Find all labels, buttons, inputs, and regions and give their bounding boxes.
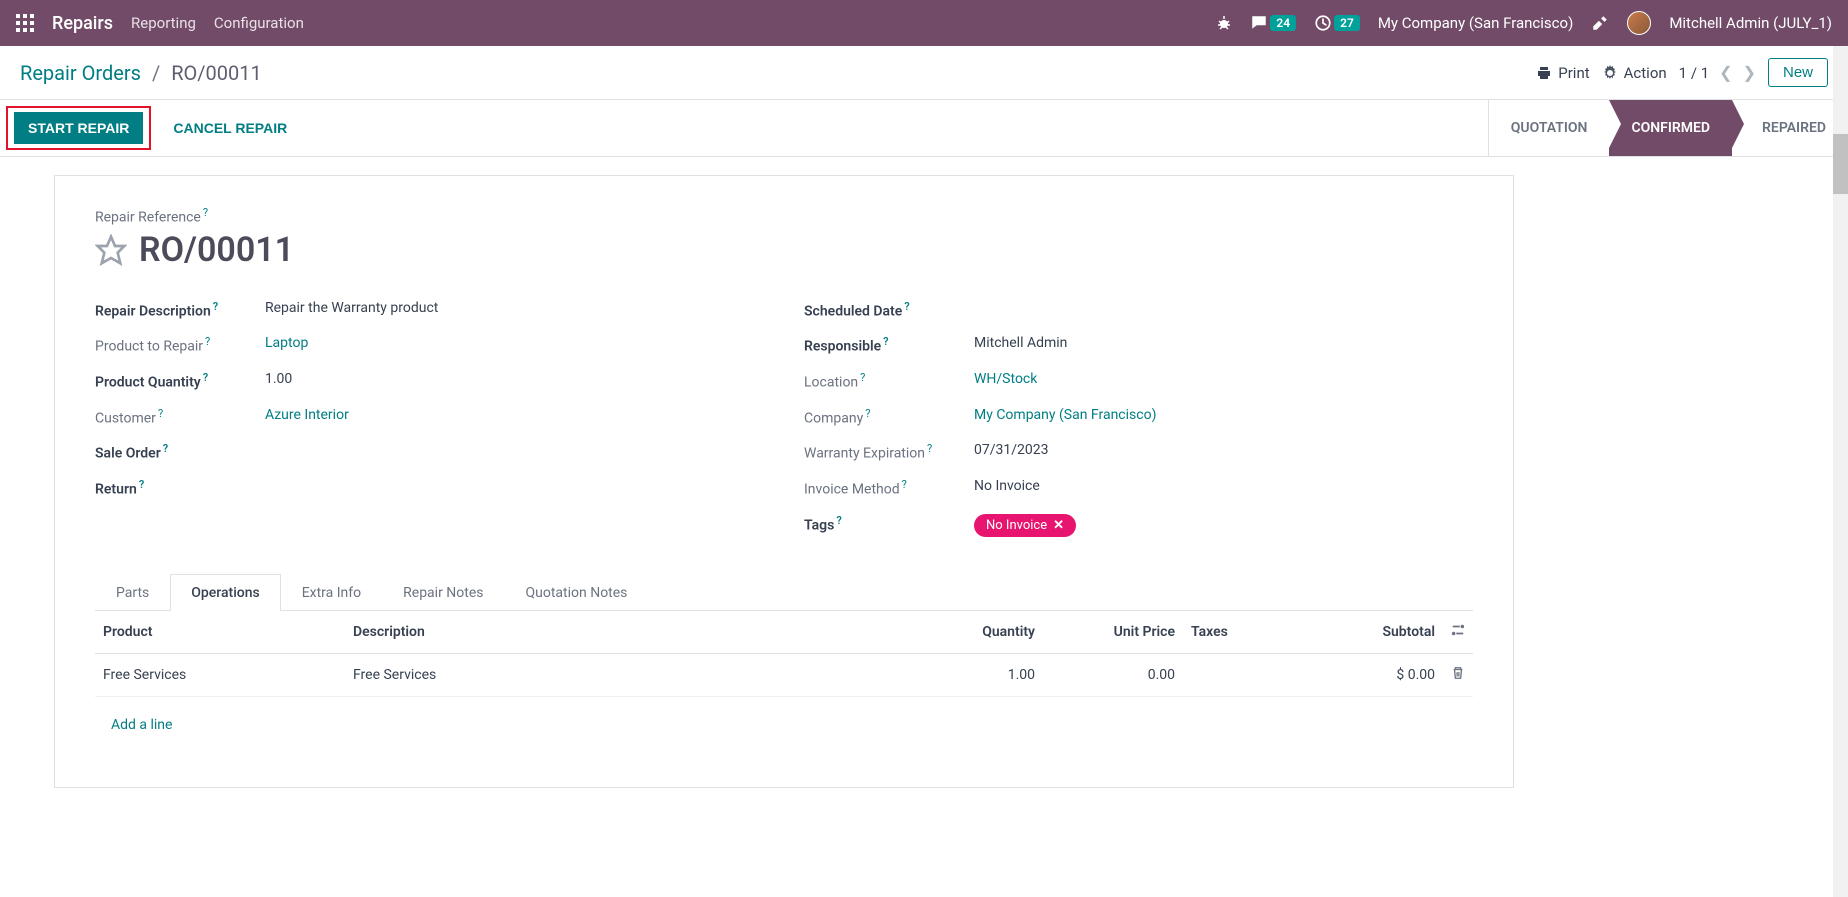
user-menu[interactable]: Mitchell Admin (JULY_1) bbox=[1669, 14, 1832, 32]
apps-icon[interactable] bbox=[16, 14, 34, 32]
customer-label: Customer? bbox=[95, 407, 265, 427]
sale-order-label: Sale Order? bbox=[95, 442, 265, 462]
tabs: Parts Operations Extra Info Repair Notes… bbox=[95, 573, 1473, 611]
customer-value[interactable]: Azure Interior bbox=[265, 407, 349, 423]
invoice-method-value[interactable]: No Invoice bbox=[974, 478, 1040, 494]
company-selector[interactable]: My Company (San Francisco) bbox=[1378, 14, 1573, 32]
product-quantity-value[interactable]: 1.00 bbox=[265, 371, 292, 387]
cell-unit-price[interactable]: 0.00 bbox=[1043, 653, 1183, 696]
responsible-label: Responsible? bbox=[804, 335, 974, 355]
column-options-icon[interactable] bbox=[1451, 625, 1465, 641]
invoice-method-label: Invoice Method? bbox=[804, 478, 974, 498]
status-repaired[interactable]: REPAIRED bbox=[1732, 100, 1848, 156]
table-row[interactable]: Free Services Free Services 1.00 0.00 $ … bbox=[95, 653, 1473, 696]
cell-taxes[interactable] bbox=[1183, 653, 1303, 696]
avatar[interactable] bbox=[1627, 11, 1651, 35]
pager-prev[interactable]: ❮ bbox=[1719, 63, 1732, 82]
scheduled-date-label: Scheduled Date? bbox=[804, 300, 974, 320]
module-title[interactable]: Repairs bbox=[52, 13, 113, 34]
product-to-repair-label: Product to Repair? bbox=[95, 335, 265, 355]
repair-description-value[interactable]: Repair the Warranty product bbox=[265, 300, 438, 316]
activities-icon[interactable]: 27 bbox=[1314, 14, 1360, 32]
col-quantity: Quantity bbox=[903, 611, 1043, 654]
top-navbar: Repairs Reporting Configuration 24 27 My… bbox=[0, 0, 1848, 46]
tag-remove-icon[interactable]: ✕ bbox=[1053, 518, 1064, 533]
nav-configuration[interactable]: Configuration bbox=[214, 14, 304, 32]
breadcrumb-current: RO/00011 bbox=[171, 61, 262, 85]
status-quotation[interactable]: QUOTATION bbox=[1489, 100, 1610, 156]
col-description: Description bbox=[345, 611, 903, 654]
product-quantity-label: Product Quantity? bbox=[95, 371, 265, 391]
start-repair-button[interactable]: START REPAIR bbox=[14, 112, 143, 144]
company-value[interactable]: My Company (San Francisco) bbox=[974, 407, 1156, 423]
bug-icon[interactable] bbox=[1216, 15, 1232, 31]
tab-extra-info[interactable]: Extra Info bbox=[281, 574, 382, 611]
location-value[interactable]: WH/Stock bbox=[974, 371, 1037, 387]
messages-icon[interactable]: 24 bbox=[1250, 14, 1296, 32]
tab-parts[interactable]: Parts bbox=[95, 574, 170, 611]
tab-repair-notes[interactable]: Repair Notes bbox=[382, 574, 504, 611]
col-taxes: Taxes bbox=[1183, 611, 1303, 654]
product-to-repair-value[interactable]: Laptop bbox=[265, 335, 308, 351]
form-sheet: Repair Reference? RO/00011 Repair Descri… bbox=[54, 175, 1514, 788]
company-label: Company? bbox=[804, 407, 974, 427]
breadcrumb-parent[interactable]: Repair Orders bbox=[20, 61, 141, 85]
new-button[interactable]: New bbox=[1768, 58, 1828, 87]
trash-icon[interactable] bbox=[1451, 668, 1465, 684]
add-line-button[interactable]: Add a line bbox=[103, 705, 180, 745]
cancel-repair-button[interactable]: CANCEL REPAIR bbox=[163, 112, 297, 144]
messages-badge: 24 bbox=[1270, 15, 1296, 31]
tools-icon[interactable] bbox=[1591, 14, 1609, 32]
nav-reporting[interactable]: Reporting bbox=[131, 14, 196, 32]
control-bar: Repair Orders / RO/00011 Print Action 1 … bbox=[0, 46, 1848, 100]
vertical-scrollbar[interactable] bbox=[1833, 46, 1848, 897]
location-label: Location? bbox=[804, 371, 974, 391]
star-icon[interactable] bbox=[95, 234, 127, 266]
col-subtotal: Subtotal bbox=[1303, 611, 1443, 654]
status-bar: QUOTATION CONFIRMED REPAIRED bbox=[1488, 100, 1848, 156]
tag-text: No Invoice bbox=[986, 518, 1047, 533]
tab-quotation-notes[interactable]: Quotation Notes bbox=[505, 574, 649, 611]
highlight-annotation: START REPAIR bbox=[6, 106, 151, 150]
cell-description[interactable]: Free Services bbox=[345, 653, 903, 696]
col-product: Product bbox=[95, 611, 345, 654]
pager: 1 / 1 ❮ ❯ bbox=[1679, 63, 1756, 82]
help-icon[interactable]: ? bbox=[203, 206, 208, 219]
return-label: Return? bbox=[95, 478, 265, 498]
print-button[interactable]: Print bbox=[1536, 64, 1589, 82]
operations-table: Product Description Quantity Unit Price … bbox=[95, 611, 1473, 757]
status-confirmed[interactable]: CONFIRMED bbox=[1609, 100, 1732, 156]
tab-operations[interactable]: Operations bbox=[170, 574, 280, 611]
pager-next[interactable]: ❯ bbox=[1743, 63, 1756, 82]
cell-product[interactable]: Free Services bbox=[95, 653, 345, 696]
action-label: Action bbox=[1624, 64, 1667, 82]
action-button[interactable]: Action bbox=[1602, 64, 1667, 82]
col-unit-price: Unit Price bbox=[1043, 611, 1183, 654]
tags-label: Tags? bbox=[804, 514, 974, 534]
warranty-expiration-label: Warranty Expiration? bbox=[804, 442, 974, 462]
cell-quantity[interactable]: 1.00 bbox=[903, 653, 1043, 696]
cell-subtotal: $ 0.00 bbox=[1303, 653, 1443, 696]
tag-no-invoice[interactable]: No Invoice ✕ bbox=[974, 514, 1076, 537]
activities-badge: 27 bbox=[1334, 15, 1360, 31]
breadcrumb: Repair Orders / RO/00011 bbox=[20, 61, 262, 85]
repair-reference-label: Repair Reference bbox=[95, 210, 201, 226]
responsible-value[interactable]: Mitchell Admin bbox=[974, 335, 1067, 351]
pager-text: 1 / 1 bbox=[1679, 64, 1710, 82]
print-label: Print bbox=[1558, 64, 1589, 82]
repair-description-label: Repair Description? bbox=[95, 300, 265, 320]
warranty-expiration-value[interactable]: 07/31/2023 bbox=[974, 442, 1049, 458]
action-bar: START REPAIR CANCEL REPAIR QUOTATION CON… bbox=[0, 100, 1848, 157]
record-title: RO/00011 bbox=[139, 230, 294, 270]
